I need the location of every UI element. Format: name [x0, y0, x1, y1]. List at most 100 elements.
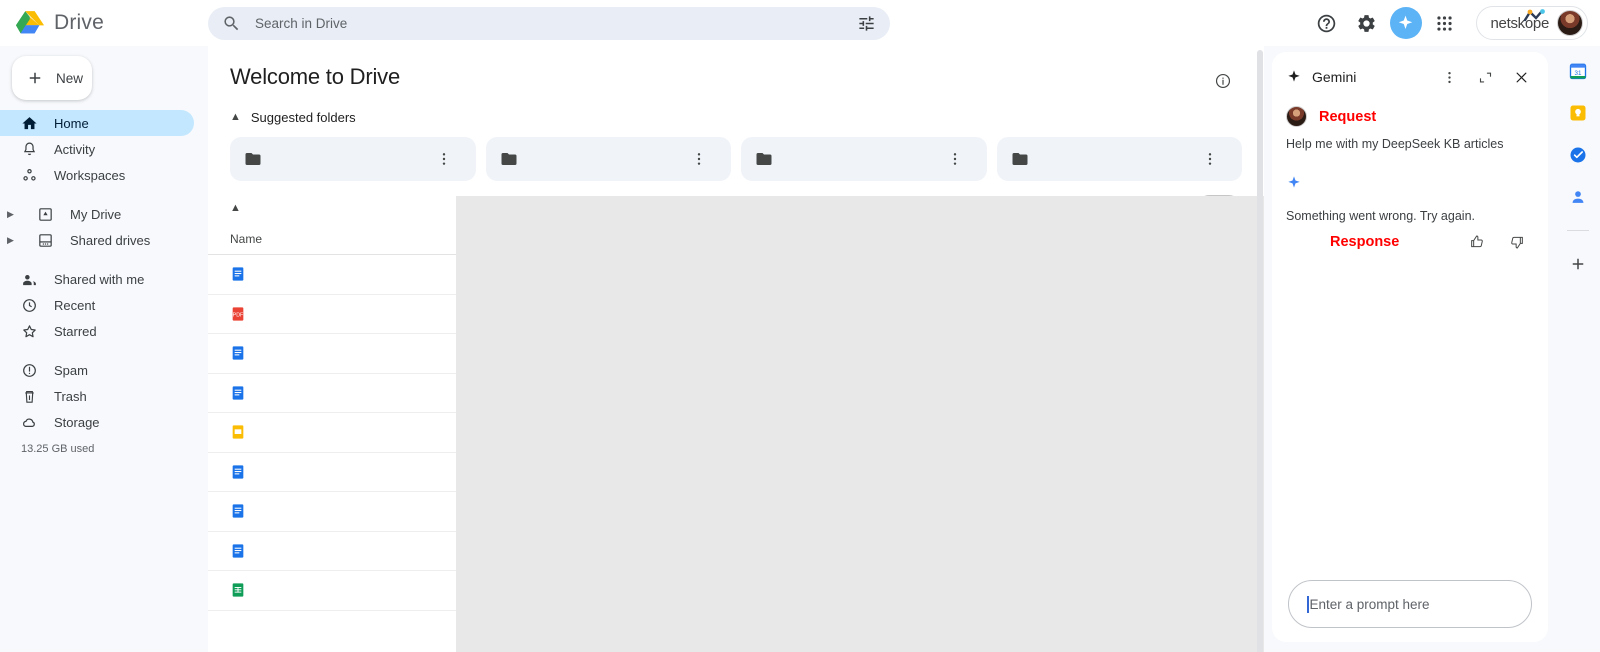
sidebar-item-starred[interactable]: Starred: [0, 318, 194, 344]
clock-icon: [21, 297, 38, 314]
thumb-down-icon[interactable]: [1500, 225, 1534, 259]
gemini-spark-icon: [1286, 175, 1534, 191]
more-vert-icon[interactable]: [1198, 543, 1242, 559]
response-annotation: Response: [1330, 233, 1400, 250]
gemini-header: Gemini: [1286, 64, 1534, 90]
folder-card[interactable]: [485, 137, 731, 181]
info-circle-icon[interactable]: [1206, 64, 1240, 98]
sidebar-item-shared-drives[interactable]: ▶ Shared drives: [0, 227, 194, 253]
netskope-logo-icon: [1523, 9, 1549, 23]
more-vert-icon[interactable]: [1198, 582, 1242, 598]
chevron-up-icon[interactable]: ▲: [230, 112, 241, 123]
pdf-icon: PDF: [230, 306, 246, 322]
gemini-spark-icon[interactable]: [1389, 7, 1422, 39]
more-vert-icon[interactable]: [677, 151, 721, 167]
more-vert-icon[interactable]: [1198, 424, 1242, 440]
nav-divider-gap: [0, 188, 194, 201]
google-docs-icon: [230, 266, 246, 282]
page-title: Welcome to Drive: [230, 64, 400, 89]
sidebar-item-spam[interactable]: Spam: [0, 357, 194, 383]
table-row[interactable]: [208, 492, 1264, 532]
sidebar-item-home[interactable]: Home: [0, 110, 194, 136]
files-section-header[interactable]: ▲: [208, 181, 1264, 222]
suggested-folders-header[interactable]: ▲ Suggested folders: [208, 98, 1264, 125]
table-row[interactable]: [208, 374, 1264, 413]
folder-card[interactable]: [741, 137, 987, 181]
sidebar-item-trash[interactable]: Trash: [0, 383, 194, 409]
plus-icon: [26, 69, 44, 87]
more-vert-icon[interactable]: [1198, 464, 1242, 480]
table-row[interactable]: [208, 571, 1264, 611]
plus-icon[interactable]: [1567, 253, 1589, 275]
new-button[interactable]: New: [12, 56, 92, 100]
sidebar-item-shared-with-me[interactable]: Shared with me: [0, 266, 194, 292]
sidebar-item-activity[interactable]: Activity: [0, 136, 194, 162]
more-vert-icon[interactable]: [933, 151, 977, 167]
request-annotation: Request: [1319, 108, 1377, 125]
google-tasks-icon[interactable]: [1567, 144, 1589, 166]
brand[interactable]: Drive: [0, 10, 208, 36]
scrollbar-thumb[interactable]: [1257, 50, 1263, 652]
folder-icon: [755, 150, 773, 168]
more-vert-icon[interactable]: [422, 151, 466, 167]
avatar[interactable]: [1557, 10, 1583, 36]
top-right-actions: netskope: [1310, 6, 1600, 40]
sidebar-item-label: Shared drives: [70, 232, 151, 248]
chevron-right-icon[interactable]: ▶: [7, 235, 17, 245]
more-vert-icon[interactable]: [1198, 503, 1242, 519]
table-row[interactable]: [208, 334, 1264, 374]
more-vert-icon[interactable]: [1198, 306, 1242, 322]
more-vert-icon[interactable]: [1188, 151, 1232, 167]
chevron-up-icon[interactable]: ▲: [230, 203, 241, 214]
gear-icon[interactable]: [1350, 6, 1384, 40]
google-docs-icon: [230, 543, 246, 559]
text-cursor: [1307, 595, 1309, 613]
avatar: [1286, 106, 1307, 127]
gemini-spark-icon: [1286, 69, 1302, 85]
chevron-right-icon[interactable]: ▶: [7, 209, 17, 219]
drive-app: Drive Search in Drive netskope New Home …: [0, 0, 1600, 652]
more-vert-icon[interactable]: [1436, 64, 1462, 90]
more-vert-icon[interactable]: [1198, 345, 1242, 361]
prompt-input[interactable]: Enter a prompt here: [1288, 580, 1532, 628]
close-icon[interactable]: [1508, 64, 1534, 90]
grid-view-icon[interactable]: [1196, 195, 1242, 222]
table-row[interactable]: [208, 413, 1264, 453]
sidebar-item-workspaces[interactable]: Workspaces: [0, 162, 194, 188]
sidebar-item-storage[interactable]: Storage: [0, 409, 194, 435]
org-badge[interactable]: netskope: [1475, 6, 1588, 40]
table-row[interactable]: PDF: [208, 295, 1264, 334]
sidebar-item-label: Trash: [54, 388, 87, 404]
apps-grid-icon[interactable]: [1428, 6, 1462, 40]
sidebar-item-recent[interactable]: Recent: [0, 292, 194, 318]
svg-text:31: 31: [1575, 70, 1582, 77]
spam-icon: [21, 362, 38, 379]
sidebar-item-label: Starred: [54, 323, 97, 339]
main-scrollbar[interactable]: [1256, 46, 1264, 652]
google-docs-icon: [230, 503, 246, 519]
sidebar-item-label: Recent: [54, 297, 96, 313]
prompt-area: Enter a prompt here: [1286, 580, 1534, 630]
sidebar-item-my-drive[interactable]: ▶ My Drive: [0, 201, 194, 227]
expand-icon[interactable]: [1472, 64, 1498, 90]
sidebar-item-label: Spam: [54, 362, 88, 378]
folder-card[interactable]: [230, 137, 476, 181]
table-row[interactable]: [208, 255, 1264, 295]
google-slides-icon: [230, 424, 246, 440]
google-calendar-icon[interactable]: 31: [1567, 60, 1589, 82]
more-vert-icon[interactable]: [1198, 385, 1242, 401]
folder-card[interactable]: [996, 137, 1242, 181]
search-input[interactable]: Search in Drive: [208, 6, 890, 40]
more-vert-icon[interactable]: [1198, 266, 1242, 282]
thumb-up-icon[interactable]: [1460, 225, 1494, 259]
gemini-panel: Gemini Request Help me with my DeepSeek …: [1264, 46, 1556, 652]
help-circle-icon[interactable]: [1310, 6, 1344, 40]
google-contacts-icon[interactable]: [1567, 186, 1589, 208]
table-row[interactable]: [208, 453, 1264, 492]
column-header-name[interactable]: Name: [230, 232, 768, 246]
my-drive-icon: [37, 206, 54, 223]
tune-filter-icon[interactable]: [857, 14, 876, 33]
sidebar: New Home Activity Workspaces ▶ My Drive …: [0, 46, 208, 652]
table-row[interactable]: [208, 532, 1264, 571]
google-keep-icon[interactable]: [1567, 102, 1589, 124]
